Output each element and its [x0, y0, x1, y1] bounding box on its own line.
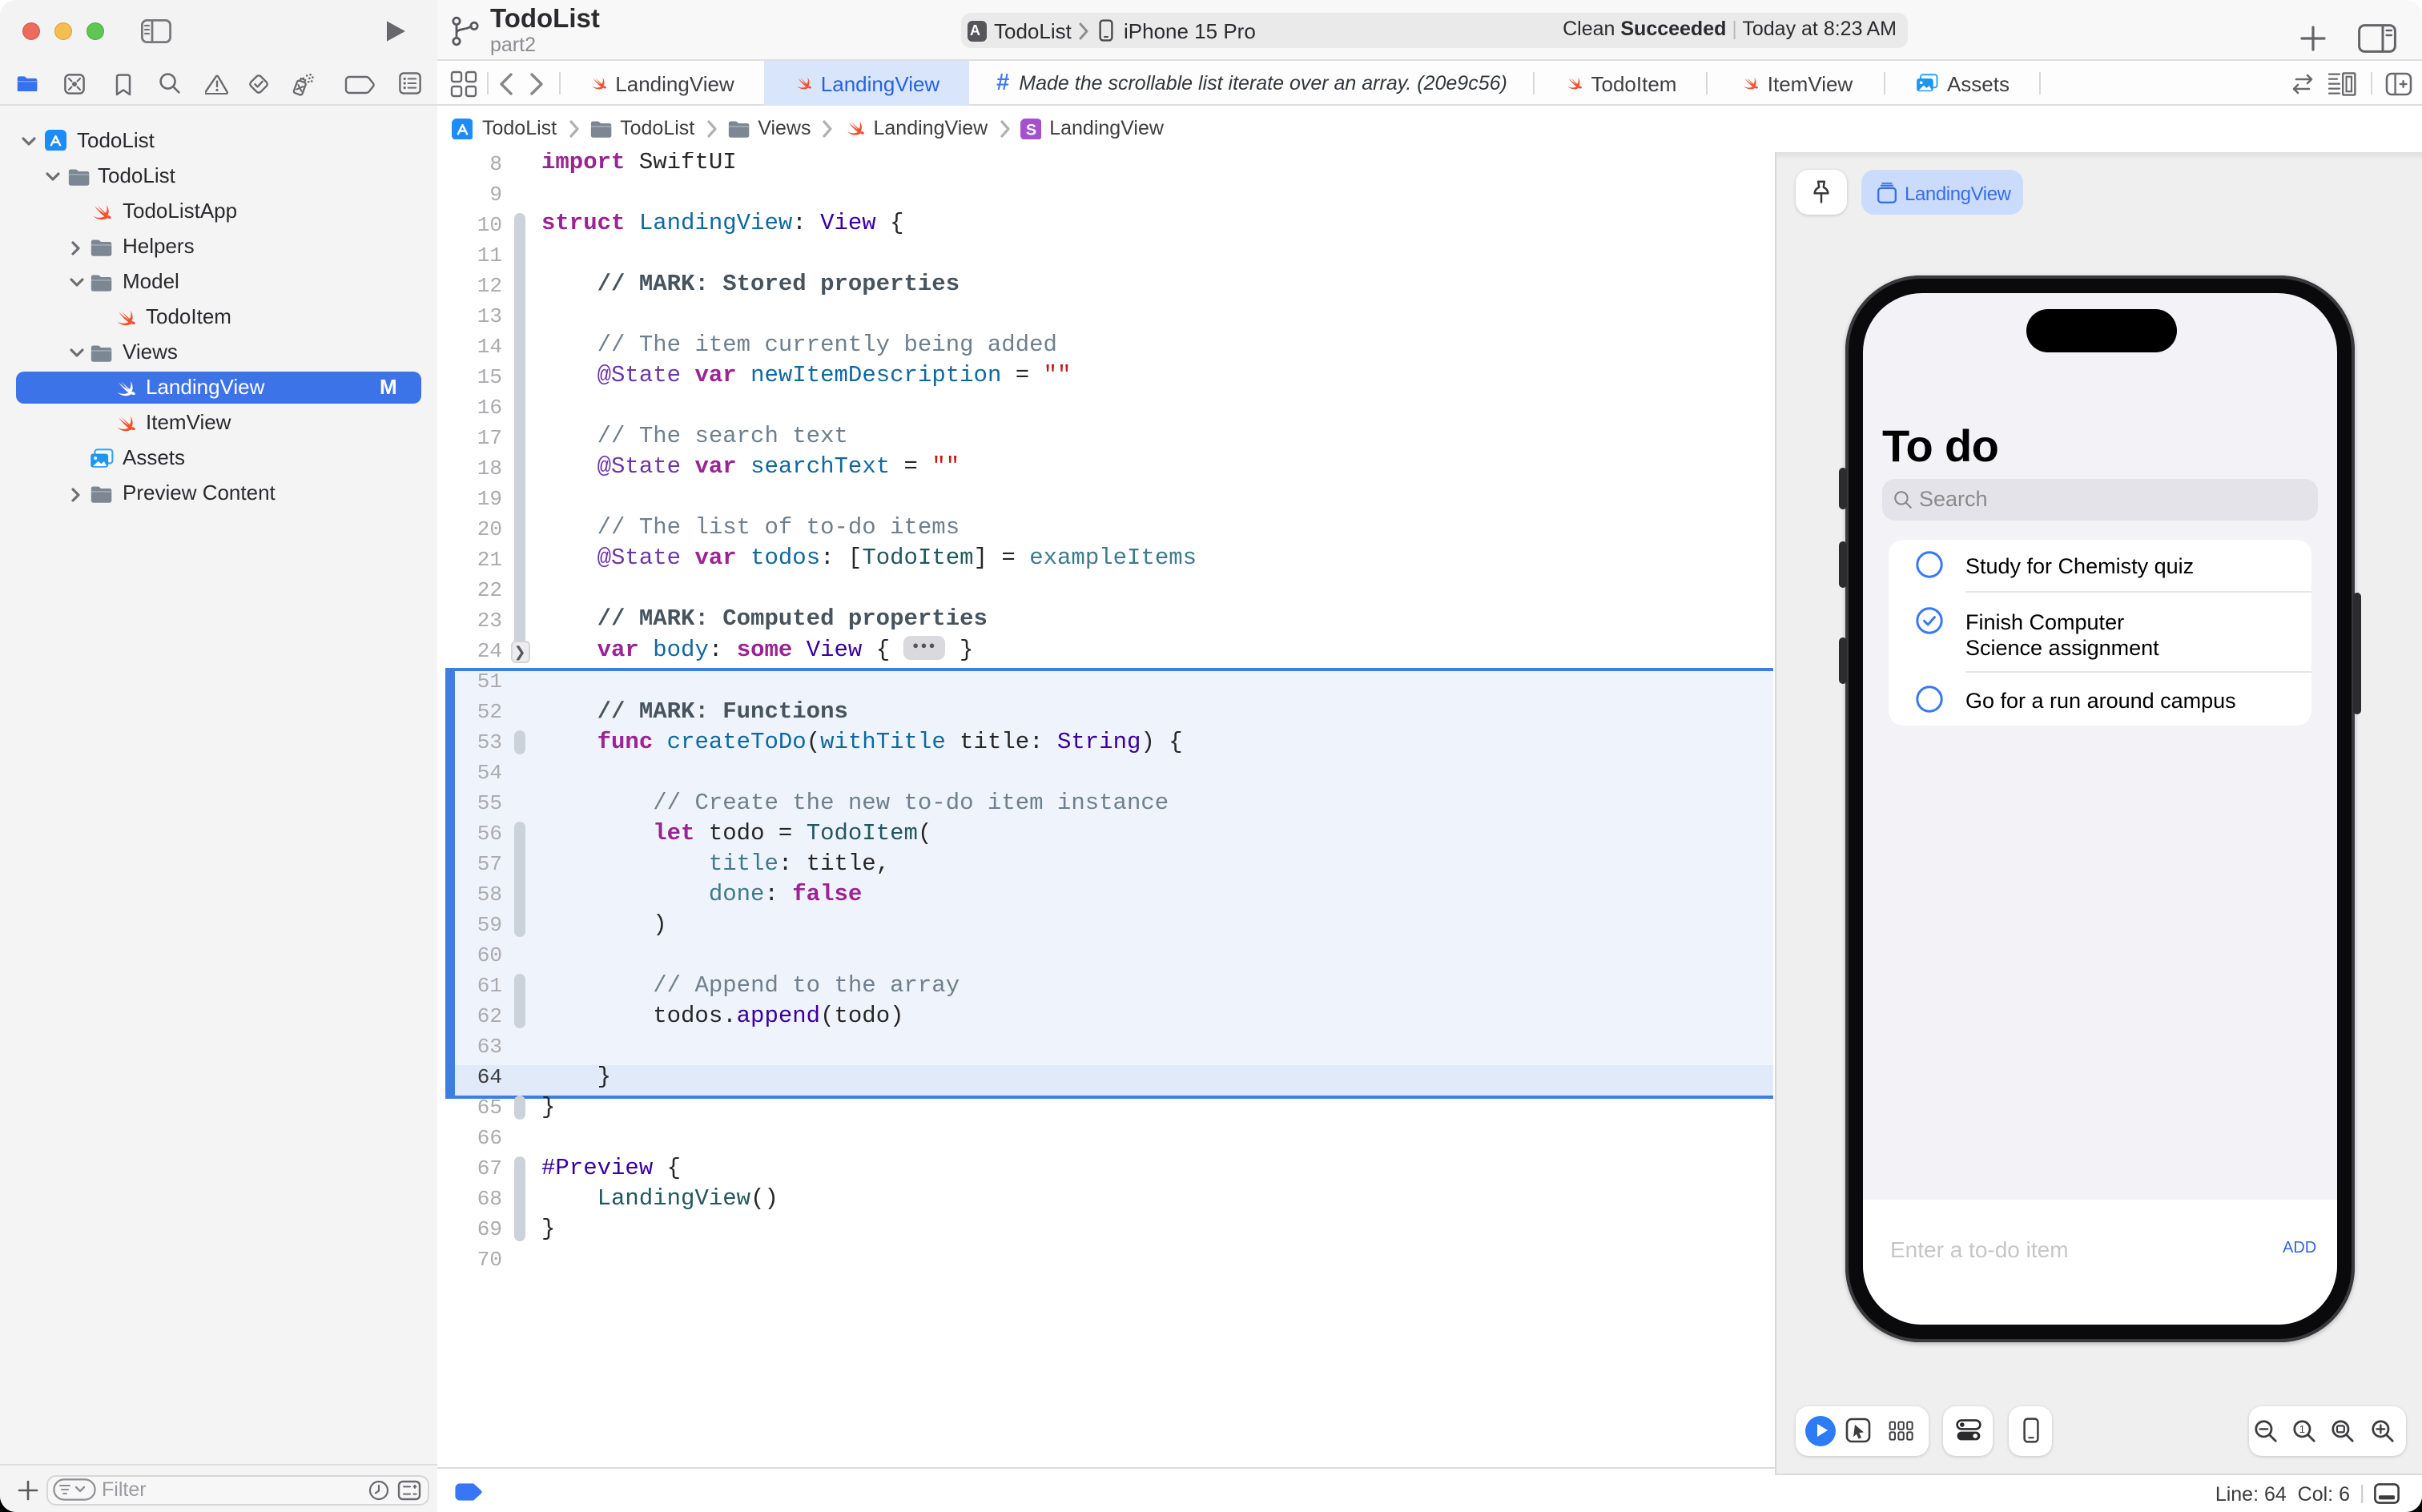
svg-text:S: S [1025, 120, 1036, 138]
svg-text:1: 1 [2299, 1422, 2305, 1434]
